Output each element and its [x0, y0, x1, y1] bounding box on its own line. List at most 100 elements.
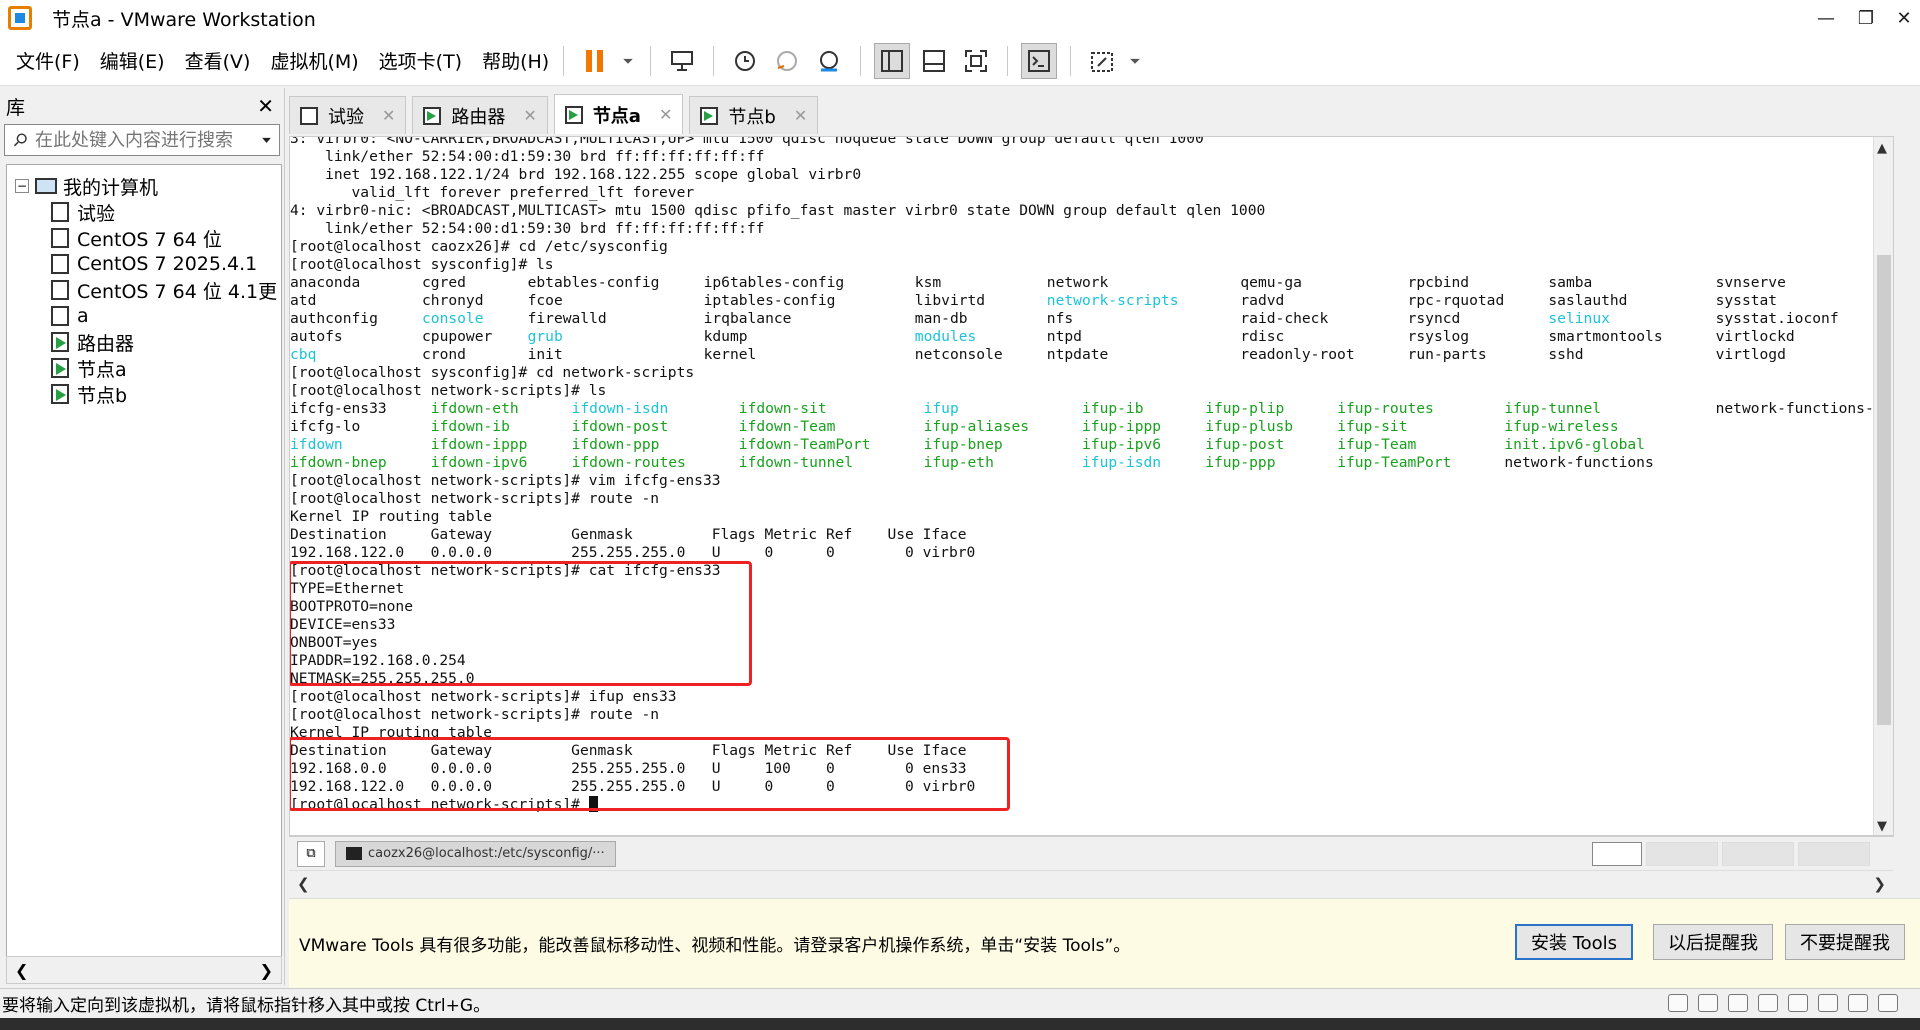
revert-snapshot-button[interactable]	[769, 43, 805, 79]
terminal-line: [root@localhost sysconfig]# cd network-s…	[290, 364, 1265, 382]
menu-vm[interactable]: 虚拟机(M)	[270, 47, 358, 74]
terminal-text: ifdown-tunnel	[738, 454, 854, 471]
tree-item-vm[interactable]: CentOS 7 64 位 4.1更	[7, 277, 281, 303]
terminal-line: atd chronyd fcoe iptables-config libvirtd net…	[290, 292, 1777, 310]
terminal-text: ifup-plip	[1205, 400, 1285, 417]
terminal-line: inet 192.168.122.1/24 brd 192.168.122.25…	[290, 166, 1265, 184]
tab-close-icon[interactable]: ✕	[382, 106, 395, 125]
scroll-up-icon[interactable]: ▲	[1877, 141, 1887, 156]
library-horizontal-scrollbar[interactable]: ❮ ❯	[6, 956, 282, 984]
guest-workspace-switcher[interactable]	[1588, 842, 1870, 866]
vm-icon	[51, 228, 69, 248]
restore-window-icon[interactable]: ⧉	[297, 840, 325, 867]
never-remind-button[interactable]: 不要提醒我	[1785, 924, 1905, 960]
scroll-right-icon[interactable]: ❯	[260, 961, 273, 980]
terminal-text: init	[527, 346, 563, 363]
workspace-3[interactable]	[1722, 842, 1794, 866]
terminal-line: valid_lft forever preferred_lft forever	[290, 184, 1265, 202]
menu-help[interactable]: 帮助(H)	[482, 47, 549, 74]
show-library-button[interactable]	[874, 42, 911, 79]
tab-vm[interactable]: 节点b ✕	[689, 96, 819, 134]
close-button[interactable]: ✕	[1880, 0, 1920, 36]
terminal-text: [root@localhost network-scripts]# ifup e…	[290, 688, 677, 705]
terminal-text: ifdown-eth	[430, 400, 519, 417]
scroll-left-icon[interactable]: ❮	[15, 961, 28, 980]
guest-task-item[interactable]: caozx26@localhost:/etc/sysconfig/···	[335, 840, 616, 867]
printer-icon[interactable]	[1818, 994, 1838, 1012]
terminal-text: sshd	[1548, 346, 1584, 363]
terminal-text: virtlogd	[1715, 346, 1786, 363]
console-horizontal-scrollbar[interactable]: ❮ ❯	[289, 870, 1894, 896]
snapshot-manager-button[interactable]	[811, 43, 847, 79]
collapse-icon[interactable]: −	[15, 179, 29, 193]
scroll-thumb[interactable]	[1877, 255, 1891, 725]
tab-close-icon[interactable]: ✕	[659, 105, 672, 124]
terminal-text: ifup-TeamPort	[1337, 454, 1452, 471]
scroll-left-icon[interactable]: ❮	[297, 875, 310, 893]
network-adapter-icon[interactable]	[1728, 994, 1748, 1012]
terminal-line: ifdown-bnep ifdown-ipv6 ifdown-routes ifdow…	[290, 454, 1654, 472]
terminal-text: rdisc	[1240, 328, 1285, 345]
tree-item-vm[interactable]: CentOS 7 2025.4.1	[7, 251, 281, 277]
terminal-text: crond	[422, 346, 466, 363]
pause-button[interactable]	[577, 43, 613, 79]
terminal-text: fcoe	[527, 292, 563, 309]
cd-dvd-icon[interactable]	[1698, 994, 1718, 1012]
terminal-text: ifup	[923, 400, 959, 417]
message-log-icon[interactable]	[1878, 994, 1898, 1012]
menu-edit[interactable]: 编辑(E)	[100, 47, 165, 74]
terminal-text: libvirtd	[914, 292, 986, 309]
terminal-output: 3: virbr0: <NO-CARRIER,BROADCAST,MULTICA…	[290, 137, 1893, 814]
tree-item-label: 路由器	[77, 332, 135, 355]
terminal-text: svnserve	[1715, 274, 1786, 291]
tree-item-vm[interactable]: a	[7, 303, 281, 329]
fullscreen-button[interactable]	[958, 43, 994, 79]
terminal-text: kernel	[703, 346, 757, 363]
tree-item-vm[interactable]: 节点a	[7, 355, 281, 381]
terminal-text: valid_lft forever preferred_lft forever	[290, 184, 695, 201]
usb-icon[interactable]	[1758, 994, 1778, 1012]
remind-later-button[interactable]: 以后提醒我	[1653, 924, 1773, 960]
install-tools-button[interactable]: 安装 Tools	[1515, 924, 1634, 960]
workspace-2[interactable]	[1646, 842, 1718, 866]
tab-vm[interactable]: 试验 ✕	[289, 96, 407, 134]
tab-vm-active[interactable]: 节点a ✕	[553, 94, 684, 134]
thumbnail-bar-button[interactable]	[916, 43, 952, 79]
terminal-text: ifdown-bnep	[290, 454, 387, 471]
console-view-button[interactable]	[1021, 42, 1058, 79]
tab-close-icon[interactable]: ✕	[523, 106, 536, 125]
workspace-4[interactable]	[1798, 842, 1870, 866]
menu-tabs[interactable]: 选项卡(T)	[379, 47, 462, 74]
console-vertical-scrollbar[interactable]: ▲ ▼	[1873, 137, 1893, 835]
tree-item-vm[interactable]: 试验	[7, 199, 281, 225]
tab-close-icon[interactable]: ✕	[794, 106, 807, 125]
terminal-text: raid-check	[1240, 310, 1329, 327]
display-icon[interactable]	[1848, 994, 1868, 1012]
workspace-1[interactable]	[1592, 842, 1642, 866]
menu-view[interactable]: 查看(V)	[185, 47, 251, 74]
library-close-icon[interactable]: ✕	[257, 94, 274, 118]
search-dropdown-icon[interactable]	[260, 131, 273, 149]
send-ctrl-alt-del-button[interactable]	[664, 43, 700, 79]
menu-file[interactable]: 文件(F)	[16, 47, 80, 74]
toolbar-separator	[713, 45, 715, 76]
tree-item-vm[interactable]: 节点b	[7, 381, 281, 407]
library-search-input[interactable]	[28, 129, 260, 151]
vm-console[interactable]: 3: virbr0: <NO-CARRIER,BROADCAST,MULTICA…	[289, 136, 1894, 836]
terminal-text: 4: virbr0-nic: <BROADCAST,MULTICAST> mtu…	[290, 202, 1266, 219]
stretch-dropdown-button[interactable]	[1126, 43, 1144, 79]
scroll-right-icon[interactable]: ❯	[1873, 875, 1886, 893]
tree-item-vm[interactable]: 路由器	[7, 329, 281, 355]
stretch-guest-button[interactable]	[1084, 43, 1120, 79]
terminal-line: [root@localhost caozx26]# cd /etc/syscon…	[290, 238, 1265, 256]
tab-vm[interactable]: 路由器 ✕	[412, 96, 548, 134]
terminal-text: ifcfg-lo	[290, 418, 361, 435]
sound-icon[interactable]	[1788, 994, 1808, 1012]
hard-disk-icon[interactable]	[1668, 994, 1688, 1012]
tree-root-my-computer[interactable]: − 我的计算机	[7, 173, 281, 199]
snapshot-button[interactable]	[727, 43, 763, 79]
vm-running-icon	[423, 106, 442, 125]
scroll-down-icon[interactable]: ▼	[1877, 819, 1887, 834]
power-dropdown-button[interactable]	[619, 43, 637, 79]
tree-item-vm[interactable]: CentOS 7 64 位	[7, 225, 281, 251]
